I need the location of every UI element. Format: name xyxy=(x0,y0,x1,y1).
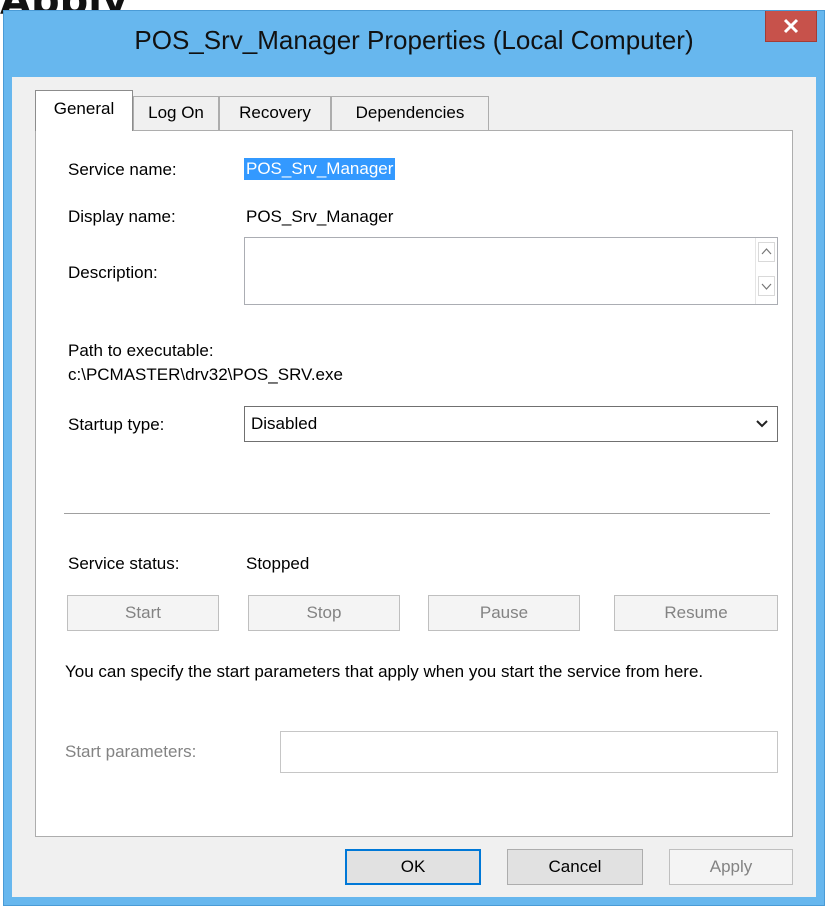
ok-button[interactable]: OK xyxy=(345,849,481,885)
title-bar[interactable]: POS_Srv_Manager Properties (Local Comput… xyxy=(4,11,824,77)
general-tab-panel: Service name: POS_Srv_Manager Display na… xyxy=(35,130,793,837)
display-name-label: Display name: xyxy=(68,207,176,226)
scroll-down-button[interactable] xyxy=(758,276,775,296)
start-button[interactable]: Start xyxy=(67,595,219,631)
properties-dialog: POS_Srv_Manager Properties (Local Comput… xyxy=(3,10,825,906)
cancel-button[interactable]: Cancel xyxy=(507,849,643,885)
path-label: Path to executable: xyxy=(68,341,214,360)
apply-button[interactable]: Apply xyxy=(669,849,793,885)
description-label: Description: xyxy=(68,263,158,282)
start-parameters-label: Start parameters: xyxy=(65,742,197,761)
tab-recovery[interactable]: Recovery xyxy=(219,96,331,130)
tab-dependencies[interactable]: Dependencies xyxy=(331,96,489,130)
start-parameters-hint: You can specify the start parameters tha… xyxy=(65,662,704,681)
startup-type-label: Startup type: xyxy=(68,415,165,434)
description-textbox[interactable] xyxy=(244,237,778,305)
stop-button[interactable]: Stop xyxy=(248,595,400,631)
dialog-client-area: General Log On Recovery Dependencies Ser… xyxy=(12,77,816,897)
startup-type-value: Disabled xyxy=(251,414,318,433)
window-title: POS_Srv_Manager Properties (Local Comput… xyxy=(134,25,694,55)
description-scrollbar[interactable] xyxy=(755,238,777,304)
tab-log-on[interactable]: Log On xyxy=(133,96,219,130)
display-name-value: POS_Srv_Manager xyxy=(246,207,394,226)
chevron-up-icon xyxy=(761,248,772,255)
close-icon xyxy=(783,18,799,34)
service-name-selected-text[interactable]: POS_Srv_Manager xyxy=(244,158,396,180)
start-parameters-input[interactable] xyxy=(280,731,778,773)
path-value: c:\PCMASTER\drv32\POS_SRV.exe xyxy=(68,365,343,384)
service-status-label: Service status: xyxy=(68,554,180,573)
tab-general[interactable]: General xyxy=(35,90,133,131)
pause-button[interactable]: Pause xyxy=(428,595,580,631)
service-status-value: Stopped xyxy=(246,554,310,573)
startup-type-select[interactable]: Disabled xyxy=(244,406,778,442)
separator xyxy=(64,513,770,514)
service-name-label: Service name: xyxy=(68,160,177,179)
chevron-down-icon xyxy=(756,420,768,428)
service-name-value[interactable]: POS_Srv_Manager xyxy=(244,158,396,180)
chevron-down-icon xyxy=(761,283,772,290)
close-button[interactable] xyxy=(765,11,817,42)
scroll-up-button[interactable] xyxy=(758,242,775,262)
resume-button[interactable]: Resume xyxy=(614,595,778,631)
